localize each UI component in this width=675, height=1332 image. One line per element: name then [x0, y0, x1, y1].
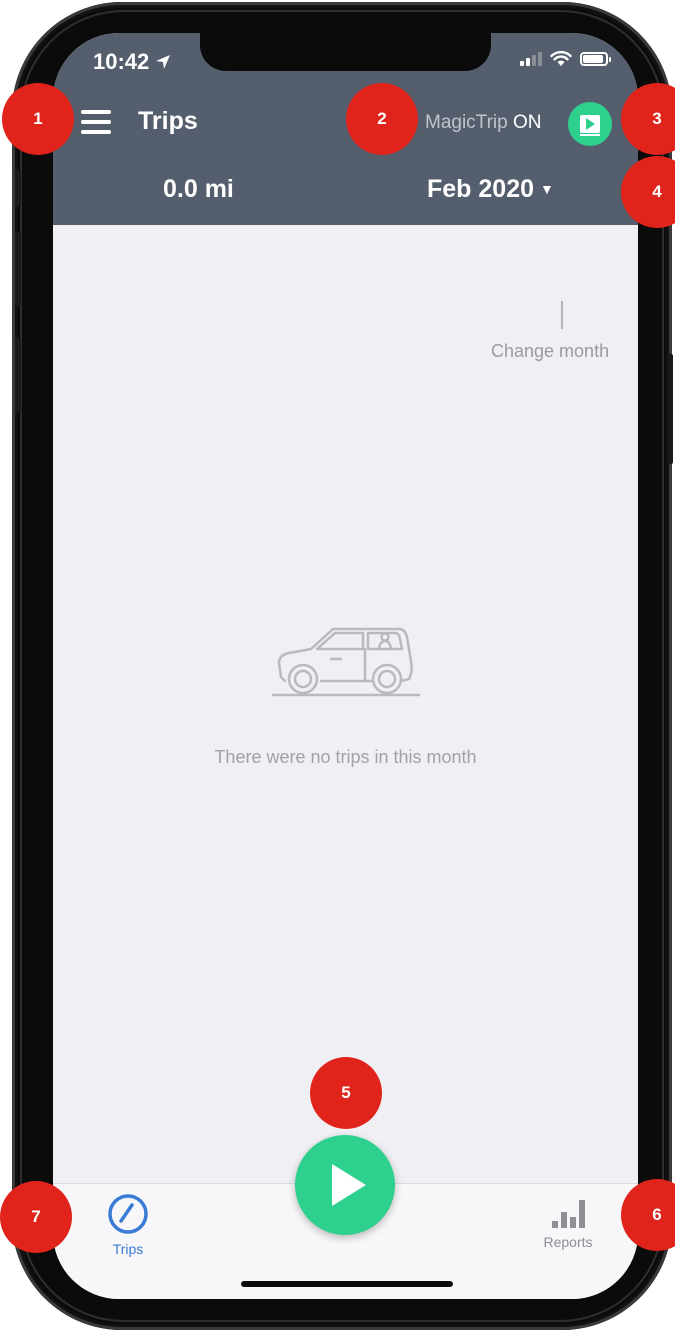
- month-label: Feb 2020: [427, 175, 535, 203]
- month-selector[interactable]: Feb 2020 ▼: [427, 175, 554, 204]
- hint-pointer-line: [561, 301, 563, 329]
- side-button-volume-down: [15, 338, 21, 412]
- caret-down-icon: ▼: [540, 181, 554, 197]
- tab-reports[interactable]: Reports: [533, 1198, 603, 1250]
- bar-chart-icon: [533, 1198, 603, 1228]
- time-label: 10:42: [93, 49, 150, 74]
- notch: [200, 33, 491, 71]
- tab-trips-label: Trips: [112, 1241, 144, 1257]
- status-time: 10:42: [93, 49, 171, 75]
- tab-trips[interactable]: Trips: [103, 1192, 153, 1257]
- marker-5: 5: [310, 1057, 382, 1129]
- video-play-icon: [580, 115, 600, 133]
- hamburger-menu-icon[interactable]: [81, 110, 111, 134]
- side-button-mute: [15, 170, 21, 206]
- total-distance: 0.0 mi: [163, 175, 234, 203]
- signal-icon: [520, 52, 542, 66]
- marker-2: 2: [346, 83, 418, 155]
- start-trip-button[interactable]: [295, 1135, 395, 1235]
- play-icon: [332, 1164, 366, 1206]
- marker-7: 7: [0, 1181, 72, 1253]
- home-indicator: [241, 1281, 453, 1287]
- wifi-icon: [550, 51, 572, 66]
- side-button-power: [668, 354, 673, 464]
- empty-state-message: There were no trips in this month: [214, 747, 477, 767]
- side-button-volume-up: [15, 232, 21, 306]
- magictrip-label: MagicTrip: [425, 112, 508, 133]
- app-header: 10:42 Trips MagicTrip ON 0.0 mi Feb 2020…: [53, 33, 638, 225]
- tab-reports-label: Reports: [543, 1234, 593, 1250]
- battery-icon: [580, 52, 611, 66]
- status-icons: [520, 51, 611, 67]
- car-icon: [271, 627, 421, 697]
- magictrip-status[interactable]: MagicTrip ON: [425, 112, 541, 134]
- location-arrow-icon: [156, 55, 171, 69]
- page-title: Trips: [138, 107, 198, 135]
- video-tutorial-button[interactable]: [568, 102, 612, 146]
- video-underline: [580, 134, 600, 136]
- speedometer-icon: [108, 1194, 148, 1234]
- marker-1: 1: [2, 83, 74, 155]
- magictrip-state: ON: [512, 112, 542, 133]
- change-month-hint: Change month: [491, 341, 610, 361]
